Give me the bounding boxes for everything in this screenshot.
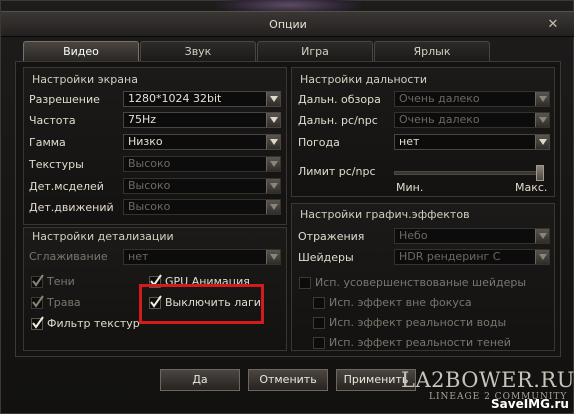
chevron-down-icon[interactable] xyxy=(535,135,549,149)
screen-settings-title: Настройки экрана xyxy=(32,73,138,86)
advanced-shaders-label: Исп. усовершенствованые шейдеры xyxy=(315,276,527,289)
checkmark-icon xyxy=(32,316,44,329)
resolution-select[interactable]: 1280*1024 32bit xyxy=(123,91,281,107)
chevron-down-icon[interactable] xyxy=(266,250,280,264)
chevron-down-icon[interactable] xyxy=(535,250,549,264)
shaders-label: Шейдеры xyxy=(298,251,354,264)
texture-filter-checkbox[interactable] xyxy=(31,316,44,330)
frequency-value: 75Hz xyxy=(128,113,157,126)
out-of-focus-label: Исп. эффект вне фокуса xyxy=(329,296,472,309)
chevron-down-icon[interactable] xyxy=(266,92,280,106)
texture-filter-label: Фильтр текстур xyxy=(47,317,140,330)
smoothing-label: Сглаживание xyxy=(29,250,108,263)
textures-label: Текстуры xyxy=(29,158,84,171)
limit-slider-thumb[interactable] xyxy=(536,165,544,181)
tab-game[interactable]: Игра xyxy=(257,41,373,61)
tab-sound[interactable]: Звук xyxy=(140,41,256,61)
chevron-down-icon[interactable] xyxy=(266,179,280,193)
advanced-shaders-checkbox[interactable] xyxy=(299,277,311,289)
frequency-select[interactable]: 75Hz xyxy=(123,112,281,128)
resolution-value: 1280*1024 32bit xyxy=(128,92,222,105)
textures-select[interactable]: Высоко xyxy=(123,156,281,172)
distance-settings-title: Настройки дальности xyxy=(300,73,428,86)
window-title: Опции xyxy=(269,18,307,31)
reflections-value: Небо xyxy=(399,229,428,242)
view-distance-value: Очень далеко xyxy=(399,92,480,105)
textures-value: Высоко xyxy=(128,157,171,170)
ok-button[interactable]: Да xyxy=(160,369,240,391)
grass-checkbox[interactable] xyxy=(31,295,44,309)
detail-settings-title: Настройки детализации xyxy=(32,230,174,243)
host-watermark: SaveIMG.ru xyxy=(491,397,569,411)
limit-max-label: Макс. xyxy=(515,181,548,194)
weather-value: нет xyxy=(399,135,420,148)
water-reality-label: Исп. эффект реальности воды xyxy=(329,316,507,329)
smoothing-select[interactable]: нет xyxy=(123,249,281,265)
gamma-select[interactable]: Низко xyxy=(123,134,281,150)
limit-slider-track[interactable] xyxy=(394,171,544,175)
pc-npc-distance-label: Дальн. pc/npc xyxy=(298,114,378,127)
model-detail-label: Дет.мсделей xyxy=(29,180,104,193)
weather-select[interactable]: нет xyxy=(394,134,550,150)
shaders-value: HDR рендеринг С xyxy=(399,250,501,263)
shadow-reality-checkbox[interactable] xyxy=(313,337,325,349)
frequency-label: Частота xyxy=(29,114,76,127)
grass-label: Трава xyxy=(47,296,81,309)
red-highlight-box xyxy=(139,284,264,324)
chevron-down-icon[interactable] xyxy=(266,113,280,127)
effects-settings-title: Настройки графич.эффектов xyxy=(300,208,470,221)
cancel-button[interactable]: Отменить xyxy=(248,369,328,391)
resolution-label: Разрешение xyxy=(29,93,100,106)
shadow-reality-label: Исп. эффект реальности теней xyxy=(329,336,511,349)
shadows-checkbox[interactable] xyxy=(31,274,44,288)
gamma-value: Низко xyxy=(128,135,163,148)
title-bar[interactable]: Опции ✕ xyxy=(1,11,574,37)
chevron-down-icon[interactable] xyxy=(266,157,280,171)
motion-detail-value: Высоко xyxy=(128,200,171,213)
smoothing-value: нет xyxy=(128,250,149,263)
motion-detail-select[interactable]: Высоко xyxy=(123,199,281,215)
chevron-down-icon[interactable] xyxy=(535,92,549,106)
chevron-down-icon[interactable] xyxy=(266,135,280,149)
tab-video[interactable]: Видео xyxy=(23,41,139,61)
tab-shortcut[interactable]: Ярлык xyxy=(374,41,490,61)
motion-detail-label: Дет.движений xyxy=(29,201,114,214)
pc-npc-distance-select[interactable]: Очень далеко xyxy=(394,112,550,128)
model-detail-select[interactable]: Высоко xyxy=(123,178,281,194)
chevron-down-icon[interactable] xyxy=(535,229,549,243)
water-reality-checkbox[interactable] xyxy=(313,317,325,329)
pc-npc-distance-value: Очень далеко xyxy=(399,113,480,126)
checkmark-icon xyxy=(32,274,44,287)
options-window: Опции ✕ Видео Звук Игра Ярлык Настройки … xyxy=(0,0,574,414)
site-watermark: LA2BOWER.RU xyxy=(401,368,574,392)
reflections-label: Отражения xyxy=(298,230,365,243)
reflections-select[interactable]: Небо xyxy=(394,228,550,244)
view-distance-select[interactable]: Очень далеко xyxy=(394,91,550,107)
model-detail-value: Высоко xyxy=(128,179,171,192)
limit-min-label: Мин. xyxy=(396,181,424,194)
checkmark-icon xyxy=(32,295,44,308)
chevron-down-icon[interactable] xyxy=(266,200,280,214)
limit-label: Лимит pc/npc xyxy=(298,165,376,178)
gamma-label: Гамма xyxy=(29,136,66,149)
shaders-select[interactable]: HDR рендеринг С xyxy=(394,249,550,265)
weather-label: Погода xyxy=(298,136,340,149)
out-of-focus-checkbox[interactable] xyxy=(313,297,325,309)
shadows-label: Тени xyxy=(47,275,75,288)
chevron-down-icon[interactable] xyxy=(535,113,549,127)
close-icon[interactable]: ✕ xyxy=(545,18,561,32)
view-distance-label: Дальн. обзора xyxy=(298,93,381,106)
